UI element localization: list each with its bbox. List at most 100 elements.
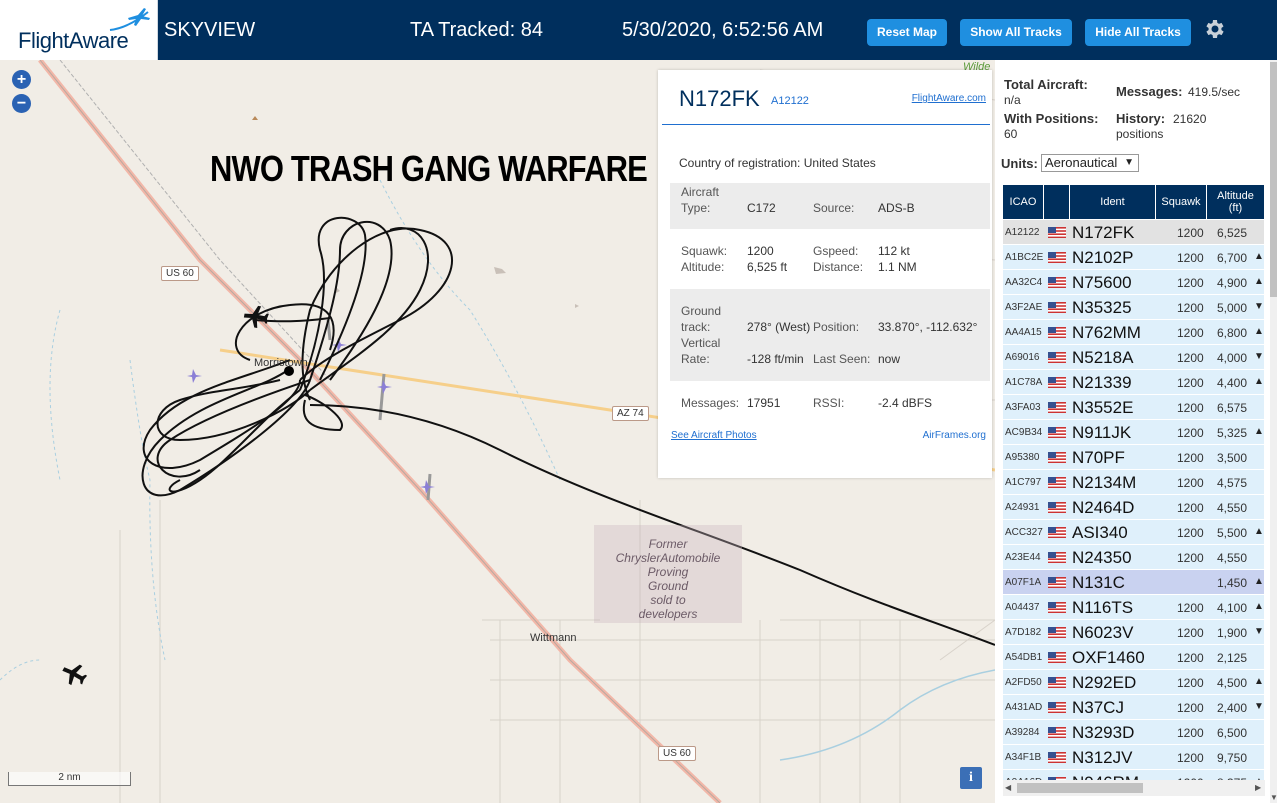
us-flag-icon xyxy=(1048,727,1066,738)
vertical-scroll-thumb[interactable] xyxy=(1270,62,1277,297)
proving-ground-line: Former xyxy=(648,537,688,551)
table-row[interactable]: A1C797 N2134M 1200 4,575 xyxy=(1003,470,1264,495)
table-row[interactable]: A1C78A N21339 1200 4,400 ▲ xyxy=(1003,370,1264,395)
messages-rate-label: Messages: xyxy=(1116,84,1183,99)
table-row[interactable]: A69016 N5218A 1200 4,000 ▼ xyxy=(1003,345,1264,370)
scroll-down-icon[interactable]: ▼ xyxy=(1270,793,1277,802)
us-flag-icon xyxy=(1048,377,1066,388)
site-name: SKYVIEW xyxy=(164,19,256,41)
row-squawk: 1200 xyxy=(1177,626,1204,640)
altitude-trend-icon: ▼ xyxy=(1254,701,1264,712)
popup-divider xyxy=(662,124,990,125)
aircraft-detail-popup: N172FK A12122 FlightAware.com Country of… xyxy=(658,70,992,478)
altitude-trend-icon: ▲ xyxy=(1254,326,1264,337)
row-squawk: 1200 xyxy=(1177,476,1204,490)
table-row[interactable]: AC9B34 N911JK 1200 5,325 ▲ xyxy=(1003,420,1264,445)
proving-ground-line: Proving xyxy=(647,565,689,579)
scroll-left-icon[interactable]: ◀ xyxy=(1005,783,1011,792)
table-row[interactable]: A24931 N2464D 1200 4,550 xyxy=(1003,495,1264,520)
row-altitude: 4,400 xyxy=(1217,376,1248,390)
col-squawk[interactable]: Squawk xyxy=(1156,185,1207,219)
ground-label: Ground xyxy=(681,304,722,318)
row-ident: N312JV xyxy=(1072,748,1133,767)
zoom-in-button[interactable]: + xyxy=(12,70,31,89)
show-all-tracks-button[interactable]: Show All Tracks xyxy=(960,19,1072,46)
with-positions-label: With Positions: xyxy=(1004,111,1099,126)
table-row[interactable]: A23E44 N24350 1200 4,550 xyxy=(1003,545,1264,570)
row-icao: A431AD xyxy=(1005,702,1043,713)
row-icao: A24931 xyxy=(1005,502,1040,513)
us-flag-icon xyxy=(1048,327,1066,338)
table-row[interactable]: A3F2AE N35325 1200 5,000 ▼ xyxy=(1003,295,1264,320)
table-row[interactable]: ACC327 ASI340 1200 5,500 ▲ xyxy=(1003,520,1264,545)
row-altitude: 4,000 xyxy=(1217,351,1248,365)
us-flag-icon xyxy=(1048,627,1066,638)
vertical-scrollbar[interactable]: ▲ ▼ xyxy=(1270,60,1277,803)
table-row[interactable]: AA32C4 N75600 1200 4,900 ▲ xyxy=(1003,270,1264,295)
flightaware-logo[interactable]: FlightAware xyxy=(0,0,158,60)
row-squawk: 1200 xyxy=(1177,701,1204,715)
with-positions-value: 60 xyxy=(1004,127,1018,141)
table-row[interactable]: A7D182 N6023V 1200 1,900 ▼ xyxy=(1003,620,1264,645)
table-row[interactable]: A34F1B N312JV 1200 9,750 xyxy=(1003,745,1264,770)
country-value: United States xyxy=(803,156,876,170)
road-label-us60-south: US 60 xyxy=(658,746,696,761)
row-ident: N911JK xyxy=(1072,423,1132,442)
flightaware-link[interactable]: FlightAware.com xyxy=(912,93,986,104)
row-icao: A7D182 xyxy=(1005,627,1042,638)
row-icao: A2FD50 xyxy=(1005,677,1042,688)
row-ident: N2102P xyxy=(1072,248,1134,267)
row-icao: A54DB1 xyxy=(1005,652,1043,663)
row-icao: A95380 xyxy=(1005,452,1040,463)
table-row[interactable]: A431AD N37CJ 1200 2,400 ▼ xyxy=(1003,695,1264,720)
col-ident[interactable]: Ident xyxy=(1070,185,1156,219)
table-row[interactable]: A1BC2E N2102P 1200 6,700 ▲ xyxy=(1003,245,1264,270)
altitude-trend-icon: ▲ xyxy=(1254,376,1264,387)
distance-value: 1.1 NM xyxy=(878,260,917,274)
table-row[interactable]: A54DB1 OXF1460 1200 2,125 xyxy=(1003,645,1264,670)
row-icao: AA32C4 xyxy=(1005,277,1043,288)
col-altitude[interactable]: Altitude (ft) xyxy=(1207,185,1264,219)
rssi-label: RSSI: xyxy=(813,396,845,410)
row-icao: A3FA03 xyxy=(1005,402,1041,413)
altitude-trend-icon: ▼ xyxy=(1254,301,1264,312)
units-dropdown[interactable]: Aeronautical ▼ xyxy=(1041,154,1139,172)
row-ident: N21339 xyxy=(1072,373,1132,392)
reset-map-button[interactable]: Reset Map xyxy=(867,19,947,46)
table-row[interactable]: A12122 N172FK 1200 6,525 xyxy=(1003,220,1264,245)
hide-all-tracks-button[interactable]: Hide All Tracks xyxy=(1085,19,1191,46)
table-row[interactable]: A0A16DN946RM12008,375▲ xyxy=(1003,770,1264,780)
zoom-out-button[interactable]: − xyxy=(12,94,31,113)
gear-icon[interactable] xyxy=(1202,17,1226,41)
table-row[interactable]: A07F1A N131C 1,450 ▲ xyxy=(1003,570,1264,595)
map-overlay-text: NWO TRASH GANG WARFARE xyxy=(210,148,648,189)
proving-ground-line: ChryslerAutomobile xyxy=(615,551,721,565)
row-ident: N131C xyxy=(1072,573,1125,592)
row-ident: N2464D xyxy=(1072,498,1135,517)
table-row[interactable]: A04437 N116TS 1200 4,100 ▲ xyxy=(1003,595,1264,620)
airframes-link[interactable]: AirFrames.org xyxy=(923,430,986,441)
aircraft-type-block: Aircraft Type: C172 Source: ADS-B xyxy=(670,183,990,229)
squawk-label: Squawk: xyxy=(681,244,728,258)
horizontal-scrollbar[interactable]: ◀ ▶ xyxy=(1003,780,1265,796)
aircraft-label: Aircraft xyxy=(681,185,720,199)
table-row[interactable]: A3FA03 N3552E 1200 6,575 xyxy=(1003,395,1264,420)
col-icao[interactable]: ICAO xyxy=(1003,185,1044,219)
messages-value: 17951 xyxy=(747,396,781,410)
scroll-right-icon[interactable]: ▶ xyxy=(1255,783,1261,792)
altitude-trend-icon: ▲ xyxy=(1254,251,1264,262)
table-row[interactable]: A2FD50 N292ED 1200 4,500 ▲ xyxy=(1003,670,1264,695)
aircraft-photos-link[interactable]: See Aircraft Photos xyxy=(671,430,757,441)
horizontal-scroll-thumb[interactable] xyxy=(1017,783,1143,793)
table-row[interactable]: AA4A15 N762MM 1200 6,800 ▲ xyxy=(1003,320,1264,345)
row-icao: A69016 xyxy=(1005,352,1040,363)
table-row[interactable]: A95380 N70PF 1200 3,500 xyxy=(1003,445,1264,470)
info-button[interactable]: i xyxy=(960,767,982,789)
table-row[interactable]: A39284 N3293D 1200 6,500 xyxy=(1003,720,1264,745)
clock: 5/30/2020, 6:52:56 AM xyxy=(622,19,824,41)
altitude-trend-icon: ▲ xyxy=(1254,601,1264,612)
col-flag[interactable] xyxy=(1044,185,1070,219)
row-squawk: 1200 xyxy=(1177,451,1204,465)
row-squawk: 1200 xyxy=(1177,501,1204,515)
history-label: History: xyxy=(1116,111,1166,126)
